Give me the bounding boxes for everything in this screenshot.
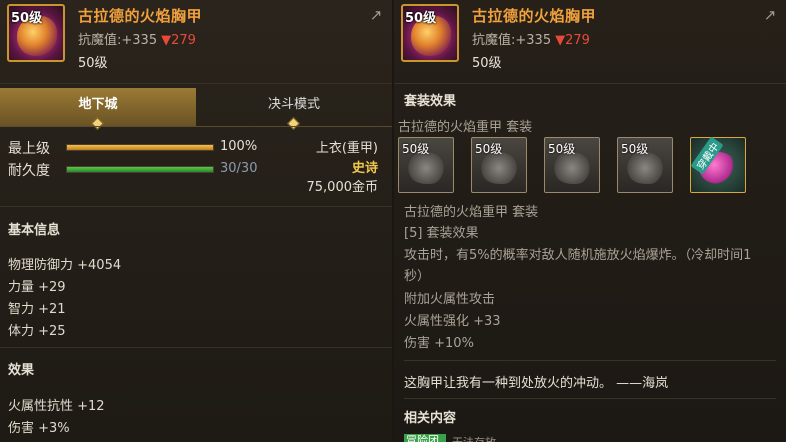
effect-line: 火属性抗性 +12: [8, 399, 105, 414]
durability-bar: [66, 166, 214, 173]
tab-dungeon-label: 地下城: [78, 97, 118, 112]
section-divider: [0, 347, 392, 348]
diamond-icon: [91, 117, 104, 130]
related-title: 相关内容: [404, 411, 457, 426]
grade-label: 最上级: [8, 141, 50, 157]
tab-duel[interactable]: 决斗模式: [196, 88, 392, 130]
set-slot[interactable]: 50级: [471, 137, 527, 193]
share-icon[interactable]: ↗: [366, 6, 386, 24]
basic-info-title: 基本信息: [8, 223, 61, 238]
level-badge: 50级: [405, 11, 437, 26]
item-level: 50级: [78, 56, 108, 71]
resist-label: 抗魔值:+335: [472, 33, 552, 48]
item-name: 古拉德的火焰胸甲: [78, 7, 203, 25]
magic-resist: 抗魔值:+335 ▼279: [472, 29, 590, 48]
resist-delta: ▼279: [161, 33, 196, 48]
diamond-icon: [287, 117, 300, 130]
share-icon[interactable]: ↗: [760, 6, 780, 24]
set-slot[interactable]: 50级: [617, 137, 673, 193]
durability-value: 30/30: [220, 161, 258, 176]
price: 75,000金币: [306, 180, 379, 195]
grade-bar: [66, 144, 214, 151]
magic-resist: 抗魔值:+335 ▼279: [78, 29, 196, 48]
set-slot-level: 50级: [402, 142, 430, 156]
stat-line: 力量 +29: [8, 280, 66, 295]
item-header: 50级 古拉德的火焰胸甲 抗魔值:+335 ▼279 50级 ↗: [0, 0, 392, 84]
set-extra: 伤害 +10%: [404, 336, 474, 351]
durability-bar-fill: [67, 167, 213, 172]
set-extra: 附加火属性攻击: [404, 292, 496, 307]
effects-title: 效果: [8, 363, 35, 378]
item-level: 50级: [472, 56, 502, 71]
mode-tabs: 地下城 决斗模式: [0, 88, 392, 130]
resist-delta: ▼279: [555, 33, 590, 48]
set-slot[interactable]: 50级: [398, 137, 454, 193]
set-desc: 攻击时，有5%的概率对敌人随机施放火焰爆炸。（冷却时间1: [404, 248, 752, 263]
set-detail-name: 古拉德的火焰重甲 套装: [404, 205, 539, 220]
grade-bar-fill: [67, 145, 213, 150]
slot-type: 上衣(重甲): [315, 141, 378, 156]
stat-line: 智力 +21: [8, 302, 66, 317]
section-divider: [404, 398, 776, 399]
durability-label: 耐久度: [8, 163, 50, 179]
set-desc: 秒）: [404, 269, 431, 284]
stat-line: 物理防御力 +4054: [8, 258, 122, 273]
set-slot-level: 50级: [548, 142, 576, 156]
grade-value: 100%: [220, 139, 258, 154]
set-slot-equipped[interactable]: 穿戴中: [690, 136, 746, 193]
set-slot[interactable]: 50级: [544, 137, 600, 193]
set-slot-level: 50级: [621, 142, 649, 156]
set-slot-level: 50级: [475, 142, 503, 156]
related-tag: 冒险团金库: [404, 434, 446, 442]
resist-label: 抗魔值:+335: [78, 33, 158, 48]
stat-line: 体力 +25: [8, 324, 66, 339]
related-text: 无法存放: [452, 434, 496, 442]
set-bonus-label: [5] 套装效果: [404, 226, 479, 241]
set-slots: 50级 50级 50级 50级 穿戴中: [398, 136, 746, 193]
tab-dungeon[interactable]: 地下城: [0, 88, 196, 130]
item-tooltip-right: 50级 古拉德的火焰胸甲 抗魔值:+335 ▼279 50级 ↗ 套装效果 古拉德…: [394, 0, 786, 442]
set-extra: 火属性强化 +33: [404, 314, 501, 329]
set-effect-title: 套装效果: [404, 94, 457, 109]
item-header: 50级 古拉德的火焰胸甲 抗魔值:+335 ▼279 50级 ↗: [394, 0, 786, 84]
chestplate-icon: 50级: [7, 4, 65, 62]
tab-divider: [0, 126, 392, 127]
item-name: 古拉德的火焰胸甲: [472, 7, 597, 25]
level-badge: 50级: [11, 11, 43, 26]
chestplate-icon: 50级: [401, 4, 459, 62]
rarity: 史诗: [351, 161, 378, 176]
set-name: 古拉德的火焰重甲 套装: [398, 120, 533, 135]
effect-line: 伤害 +3%: [8, 421, 70, 436]
flavor-quote: 这胸甲让我有一种到处放火的冲动。 ——海岚: [404, 376, 669, 391]
section-divider: [0, 206, 392, 207]
section-divider: [404, 360, 776, 361]
item-tooltip-left: 50级 古拉德的火焰胸甲 抗魔值:+335 ▼279 50级 ↗ 地下城 决斗模式…: [0, 0, 392, 442]
tab-duel-label: 决斗模式: [267, 97, 320, 112]
